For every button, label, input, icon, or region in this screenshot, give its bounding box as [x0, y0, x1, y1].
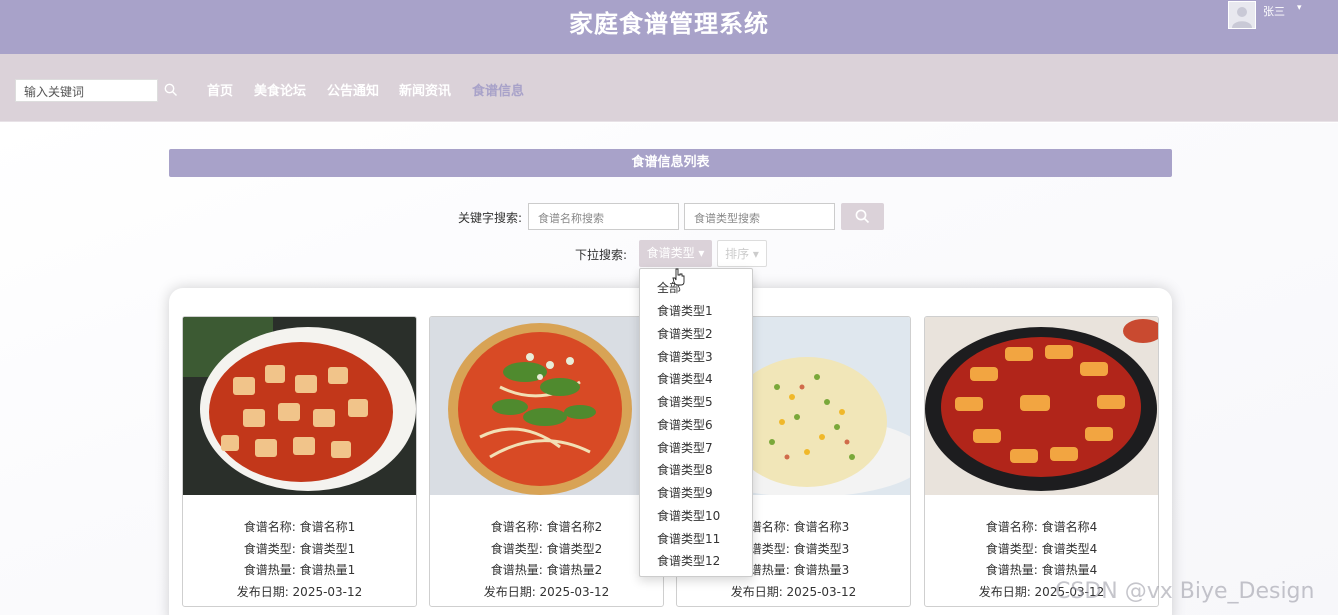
search-icon[interactable] — [164, 83, 178, 97]
nav-home[interactable]: 首页 — [207, 80, 233, 99]
user-menu-caret-icon[interactable]: ▾ — [1297, 3, 1302, 13]
nav-news[interactable]: 新闻资讯 — [399, 80, 451, 99]
username[interactable]: 张三 — [1263, 3, 1285, 19]
search-button[interactable] — [841, 203, 884, 230]
nav-announcements[interactable]: 公告通知 — [327, 80, 379, 99]
recipe-calories: 食谱热量: 食谱热量1 — [243, 563, 356, 577]
recipe-image-mapo-tofu[interactable] — [183, 317, 416, 495]
recipe-card[interactable]: 食谱名称: 食谱名称4 食谱类型: 食谱类型4 食谱热量: 食谱热量4 发布日期… — [924, 316, 1159, 607]
main-navbar: 输入关键词 首页 美食论坛 公告通知 新闻资讯 食谱信息 — [0, 54, 1338, 122]
recipe-date: 发布日期: 2025-03-12 — [483, 584, 610, 599]
recipe-card[interactable]: 食谱名称: 食谱名称2 食谱类型: 食谱类型2 食谱热量: 食谱热量2 发布日期… — [429, 316, 664, 607]
dropdown-search-label: 下拉搜索: — [575, 248, 628, 262]
menu-item-type-11[interactable]: 食谱类型11 — [657, 530, 720, 547]
top-header: 家庭食谱管理系统 张三 ▾ — [0, 0, 1338, 54]
nav-recipe-info[interactable]: 食谱信息 — [472, 80, 524, 99]
menu-item-type-4[interactable]: 食谱类型4 — [657, 370, 713, 387]
search-icon — [855, 209, 870, 224]
menu-item-type-9[interactable]: 食谱类型9 — [657, 484, 713, 501]
user-silhouette-icon — [1229, 2, 1255, 28]
recipe-calories: 食谱热量: 食谱热量2 — [490, 563, 603, 577]
recipe-name: 食谱名称: 食谱名称2 — [490, 520, 603, 534]
recipe-image-noodle-bowl[interactable] — [430, 317, 663, 495]
recipe-date: 发布日期: 2025-03-12 — [730, 584, 857, 599]
recipe-card-info: 食谱名称: 食谱名称1 食谱类型: 食谱类型1 食谱热量: 食谱热量1 发布日期… — [183, 517, 416, 603]
recipe-image-spicy-rice-cakes[interactable] — [925, 317, 1158, 495]
recipe-card[interactable]: 食谱名称: 食谱名称1 食谱类型: 食谱类型1 食谱热量: 食谱热量1 发布日期… — [182, 316, 417, 607]
recipe-type: 食谱类型: 食谱类型1 — [243, 541, 356, 556]
recipe-name: 食谱名称: 食谱名称1 — [243, 520, 356, 534]
user-avatar[interactable] — [1228, 1, 1256, 29]
recipe-name-search-input[interactable]: 食谱名称搜索 — [528, 203, 679, 230]
menu-item-type-3[interactable]: 食谱类型3 — [657, 348, 713, 365]
menu-item-type-7[interactable]: 食谱类型7 — [657, 439, 713, 456]
menu-item-type-12[interactable]: 食谱类型12 — [657, 552, 720, 569]
site-title: 家庭食谱管理系统 — [569, 10, 769, 38]
recipe-type: 食谱类型: 食谱类型2 — [490, 541, 603, 556]
hand-cursor-icon — [672, 268, 685, 286]
watermark-text: CSDN @vx Biye_Design — [1055, 579, 1315, 604]
menu-item-type-8[interactable]: 食谱类型8 — [657, 461, 713, 478]
menu-item-type-6[interactable]: 食谱类型6 — [657, 416, 713, 433]
recipe-card-info: 食谱名称: 食谱名称2 食谱类型: 食谱类型2 食谱热量: 食谱热量2 发布日期… — [430, 517, 663, 603]
list-title-bar: 食谱信息列表 — [169, 149, 1172, 177]
menu-item-type-5[interactable]: 食谱类型5 — [657, 393, 713, 410]
menu-item-type-2[interactable]: 食谱类型2 — [657, 325, 713, 342]
recipe-type-search-input[interactable]: 食谱类型搜索 — [684, 203, 835, 230]
recipe-type-dropdown-menu: 全部 食谱类型1 食谱类型2 食谱类型3 食谱类型4 食谱类型5 食谱类型6 食… — [639, 268, 753, 577]
recipe-type: 食谱类型: 食谱类型4 — [985, 541, 1098, 556]
keyword-search-label: 关键字搜索: — [458, 211, 523, 225]
recipe-type-dropdown[interactable]: 食谱类型 ▾ — [639, 240, 712, 267]
keyword-search-input[interactable]: 输入关键词 — [15, 79, 158, 102]
menu-item-type-10[interactable]: 食谱类型10 — [657, 507, 720, 524]
nav-food-forum[interactable]: 美食论坛 — [254, 80, 306, 99]
sort-dropdown[interactable]: 排序 ▾ — [717, 240, 767, 267]
recipe-name: 食谱名称: 食谱名称4 — [985, 520, 1098, 534]
recipe-date: 发布日期: 2025-03-12 — [236, 584, 363, 599]
menu-item-type-1[interactable]: 食谱类型1 — [657, 302, 713, 319]
